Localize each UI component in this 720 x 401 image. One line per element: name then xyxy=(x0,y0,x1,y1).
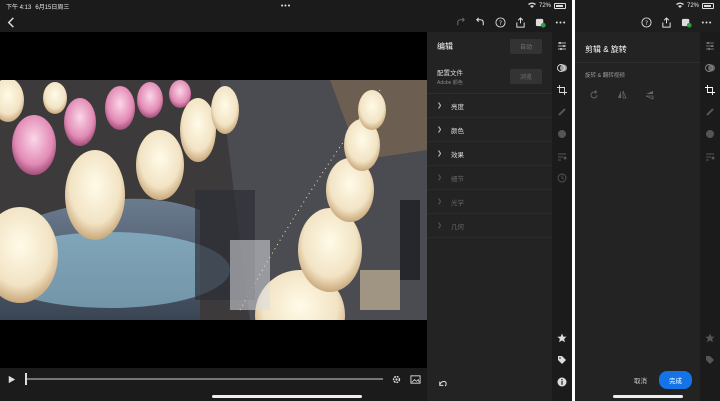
presets-icon[interactable] xyxy=(556,62,568,74)
sliders-icon[interactable] xyxy=(556,40,568,52)
selective-icon xyxy=(556,150,568,162)
section-label: 光学 xyxy=(451,199,464,207)
play-icon[interactable] xyxy=(6,374,17,385)
cloud-sync-icon[interactable] xyxy=(535,17,546,28)
video-frame-lanterns xyxy=(0,80,427,320)
section-label: 颜色 xyxy=(451,127,464,135)
crop-rotate-panel: 剪辑 & 旋转 旋转 & 翻转视频 取消 完成 xyxy=(575,32,700,401)
status-bar: 下午 4:13 6月15日周三 ••• 72% xyxy=(0,0,572,12)
chevron-right-icon: ❯ xyxy=(437,103,443,109)
crop-rotate-icon[interactable] xyxy=(556,84,568,96)
sliders-icon[interactable] xyxy=(704,40,716,52)
done-button[interactable]: 完成 xyxy=(659,371,692,389)
auto-button[interactable]: 自动 xyxy=(509,38,542,54)
rotate-flip-label: 旋转 & 翻转视频 xyxy=(575,62,700,79)
timeline-scrubber[interactable] xyxy=(25,373,383,385)
home-indicator[interactable] xyxy=(212,395,362,398)
chevron-right-icon: ❯ xyxy=(437,127,443,133)
chevron-right-icon: ❯ xyxy=(437,151,443,157)
panel-title: 编辑 xyxy=(437,41,453,51)
battery-icon xyxy=(702,3,714,9)
masking-icon xyxy=(704,128,716,140)
section-effects[interactable]: ❯ 效果 xyxy=(427,142,552,166)
help-icon[interactable]: ? xyxy=(495,16,506,28)
share-icon[interactable] xyxy=(661,16,672,28)
presets-icon[interactable] xyxy=(704,62,716,74)
tool-strip xyxy=(700,32,720,401)
profile-value: Adobe 颜色 xyxy=(437,80,463,86)
tool-strip xyxy=(552,32,572,401)
help-icon[interactable]: ? xyxy=(641,16,652,28)
lightroom-editor-screen: 下午 4:13 6月15日周三 ••• 72% ? 编辑 自动 配置文件 Ado… xyxy=(0,0,572,401)
section-label: 效果 xyxy=(451,151,464,159)
chevron-right-icon: ❯ xyxy=(437,199,443,205)
chevron-right-icon: ❯ xyxy=(437,223,443,229)
masking-icon xyxy=(556,128,568,140)
battery-percent: 72% xyxy=(686,3,699,9)
flip-horizontal-icon[interactable] xyxy=(617,87,627,105)
profile-row[interactable]: 配置文件 Adobe 颜色 浏览 xyxy=(427,60,552,94)
crop-rotate-screen: 72% ? 剪辑 & 旋转 旋转 & 翻转视频 取消 完成 xyxy=(575,0,720,401)
battery-icon xyxy=(554,3,566,9)
cancel-button[interactable]: 取消 xyxy=(634,375,647,385)
history-icon xyxy=(556,172,568,184)
top-toolbar: ? xyxy=(0,12,572,32)
more-icon[interactable] xyxy=(701,17,712,28)
svg-text:?: ? xyxy=(645,18,648,26)
info-icon[interactable] xyxy=(556,376,568,388)
gear-icon[interactable] xyxy=(391,374,402,385)
healing-brush-icon xyxy=(556,106,568,118)
section-light[interactable]: ❯ 亮度 xyxy=(427,94,552,118)
section-detail: ❯ 细节 xyxy=(427,166,552,190)
redo-icon[interactable] xyxy=(455,17,466,28)
status-time: 下午 4:13 xyxy=(6,4,32,11)
rotate-icon[interactable] xyxy=(589,87,599,105)
battery-percent: 72% xyxy=(538,3,551,9)
video-playbar xyxy=(0,368,427,390)
panel-title: 剪辑 & 旋转 xyxy=(585,45,627,54)
profile-label: 配置文件 xyxy=(437,70,463,77)
chevron-right-icon: ❯ xyxy=(437,175,443,181)
status-date: 6月15日周三 xyxy=(35,4,70,11)
star-rating-icon[interactable] xyxy=(556,332,568,344)
frame-capture-icon[interactable] xyxy=(410,374,421,385)
video-preview[interactable] xyxy=(0,32,427,368)
tag-icon[interactable] xyxy=(704,354,716,366)
section-geometry: ❯ 几何 xyxy=(427,214,552,238)
section-optics: ❯ 光学 xyxy=(427,190,552,214)
status-bar: 72% xyxy=(575,0,720,12)
more-icon[interactable] xyxy=(555,17,566,28)
crop-rotate-icon[interactable] xyxy=(704,84,716,96)
top-toolbar: ? xyxy=(575,12,720,32)
playhead-handle[interactable] xyxy=(25,373,27,385)
reset-icon[interactable] xyxy=(437,378,448,389)
section-color[interactable]: ❯ 颜色 xyxy=(427,118,552,142)
wifi-icon xyxy=(675,2,684,10)
wifi-icon xyxy=(527,2,536,10)
share-icon[interactable] xyxy=(515,16,526,28)
svg-text:?: ? xyxy=(499,18,502,26)
healing-brush-icon xyxy=(704,106,716,118)
home-indicator[interactable] xyxy=(613,395,683,398)
selective-icon xyxy=(704,150,716,162)
multitask-dots[interactable]: ••• xyxy=(281,3,291,10)
star-rating-icon[interactable] xyxy=(704,332,716,344)
flip-vertical-icon[interactable] xyxy=(645,87,655,105)
undo-icon[interactable] xyxy=(475,17,486,28)
edit-panel: 编辑 自动 配置文件 Adobe 颜色 浏览 ❯ 亮度 ❯ 颜色 ❯ 效果 ❯ 细节 ❯… xyxy=(427,32,552,401)
section-label: 亮度 xyxy=(451,103,464,111)
cloud-sync-icon[interactable] xyxy=(681,17,692,28)
back-chevron-icon[interactable] xyxy=(6,16,17,28)
browse-button[interactable]: 浏览 xyxy=(509,69,542,84)
section-label: 几何 xyxy=(451,223,464,231)
tag-icon[interactable] xyxy=(556,354,568,366)
section-label: 细节 xyxy=(451,175,464,183)
